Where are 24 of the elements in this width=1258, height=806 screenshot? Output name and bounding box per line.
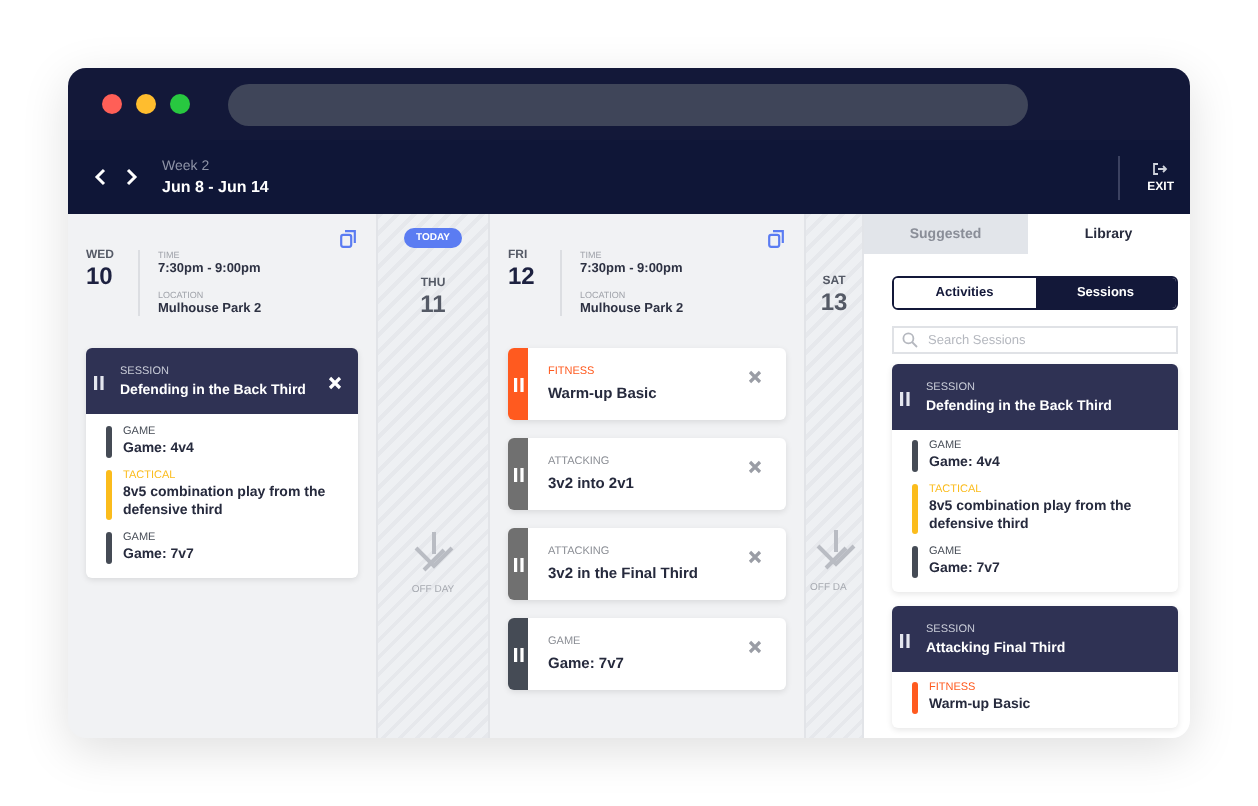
drag-handle-icon[interactable] bbox=[513, 557, 523, 571]
date-number: 11 bbox=[420, 290, 446, 318]
date-number: 12 bbox=[508, 262, 537, 290]
date-number: 10 bbox=[86, 262, 115, 290]
drag-strip[interactable] bbox=[508, 438, 528, 510]
chevron-right-icon[interactable] bbox=[126, 168, 138, 186]
drag-handle-icon[interactable] bbox=[94, 375, 104, 389]
drag-strip[interactable] bbox=[508, 618, 528, 690]
drag-strip[interactable] bbox=[508, 528, 528, 600]
maximize-dot[interactable] bbox=[170, 94, 190, 114]
copy-icon[interactable] bbox=[768, 230, 784, 248]
search-icon bbox=[902, 332, 918, 348]
drag-handle-icon[interactable] bbox=[513, 467, 523, 481]
date-number: 13 bbox=[820, 288, 848, 316]
exit-icon bbox=[1152, 161, 1169, 175]
drag-handle-icon[interactable] bbox=[900, 391, 910, 405]
minimize-dot[interactable] bbox=[136, 94, 156, 114]
close-dot[interactable] bbox=[102, 94, 122, 114]
copy-icon[interactable] bbox=[340, 230, 356, 248]
drag-handle-icon[interactable] bbox=[513, 647, 523, 661]
date-range: Jun 8 - Jun 14 bbox=[162, 177, 269, 195]
drag-handle-icon[interactable] bbox=[513, 377, 523, 391]
chevron-left-icon[interactable] bbox=[94, 168, 106, 186]
drag-handle-icon[interactable] bbox=[900, 633, 910, 648]
